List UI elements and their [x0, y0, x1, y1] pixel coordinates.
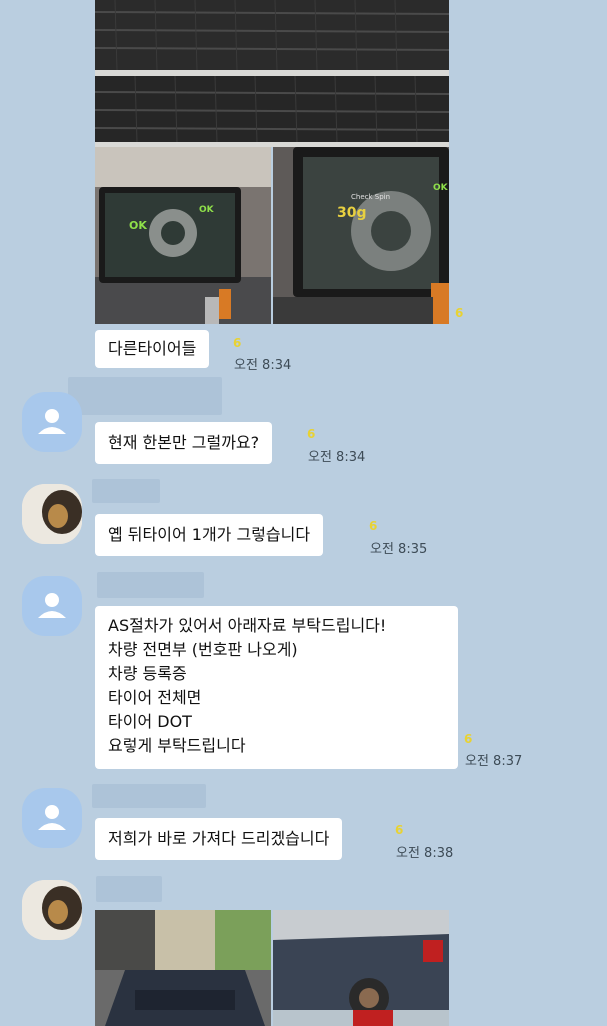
default-profile-icon [38, 805, 66, 830]
profile-photo-icon [22, 484, 82, 544]
avatar[interactable] [22, 576, 82, 636]
message-bubble[interactable]: 저희가 바로 가져다 드리겠습니다 [95, 818, 343, 860]
message-line: 차량 등록증 [108, 664, 187, 683]
balancer-right-image [273, 147, 449, 324]
unread-count: 6 [455, 306, 464, 320]
sender-name-redacted [92, 784, 206, 808]
message-bubble[interactable]: 현재 한본만 그럴까요? [95, 422, 273, 464]
sender-name-redacted [96, 876, 162, 902]
avatar[interactable] [22, 484, 82, 544]
car-side-photo[interactable] [273, 910, 449, 1026]
default-profile-icon [38, 593, 66, 618]
balancer-left-ok-label-2: OK [199, 205, 214, 215]
unread-count: 6 [307, 427, 316, 441]
sender-name-redacted [68, 377, 222, 415]
message-text: 옙 뒤타이어 1개가 그렇습니다 [108, 525, 311, 544]
tire-stack-image [95, 0, 449, 147]
avatar[interactable] [22, 392, 82, 452]
message-line: 차량 전면부 (번호판 나오게) [108, 640, 298, 659]
balancer-right-check-label: Check Spin [351, 193, 391, 201]
message-line: AS절차가 있어서 아래자료 부탁드립니다! [108, 616, 387, 635]
balancer-photo-right[interactable]: Check Spin 30g OK [273, 147, 449, 324]
message-time: 오전 8:37 [465, 754, 523, 769]
balancer-left-image [95, 147, 271, 324]
default-profile-icon [38, 409, 66, 434]
message-time: 오전 8:34 [308, 450, 366, 465]
car-front-image [95, 910, 271, 1026]
balancer-right-weight-value: 30g [337, 205, 367, 221]
message-text: 다른타이어들 [108, 339, 197, 358]
message-text: 저희가 바로 가져다 드리겠습니다 [108, 829, 330, 848]
message-line: 요렇게 부탁드립니다 [108, 736, 246, 755]
message-line: 타이어 전체면 [108, 688, 202, 707]
message-line: 타이어 DOT [108, 712, 192, 731]
message-time: 오전 8:38 [396, 846, 454, 861]
tire-stack-photo[interactable] [95, 0, 449, 147]
message-bubble[interactable]: 옙 뒤타이어 1개가 그렇습니다 [95, 514, 324, 556]
message-time: 오전 8:35 [370, 542, 428, 557]
unread-count: 6 [233, 336, 242, 350]
message-time: 오전 8:34 [234, 358, 292, 373]
sender-name-redacted [92, 479, 160, 503]
unread-count: 6 [464, 732, 473, 746]
sender-name-redacted [97, 572, 204, 598]
balancer-photo-left[interactable]: OK OK [95, 147, 271, 324]
car-side-image [273, 910, 449, 1026]
balancer-left-ok-label: OK [129, 219, 147, 232]
avatar[interactable] [22, 788, 82, 848]
profile-photo-icon [22, 880, 82, 940]
unread-count: 6 [369, 519, 378, 533]
message-text: 현재 한본만 그럴까요? [108, 433, 260, 452]
balancer-right-ok-label: OK [433, 183, 448, 193]
unread-count: 6 [395, 823, 404, 837]
message-bubble[interactable]: AS절차가 있어서 아래자료 부탁드립니다! 차량 전면부 (번호판 나오게) … [95, 606, 458, 769]
message-bubble[interactable]: 다른타이어들 [95, 330, 210, 368]
car-front-photo[interactable] [95, 910, 271, 1026]
avatar[interactable] [22, 880, 82, 940]
